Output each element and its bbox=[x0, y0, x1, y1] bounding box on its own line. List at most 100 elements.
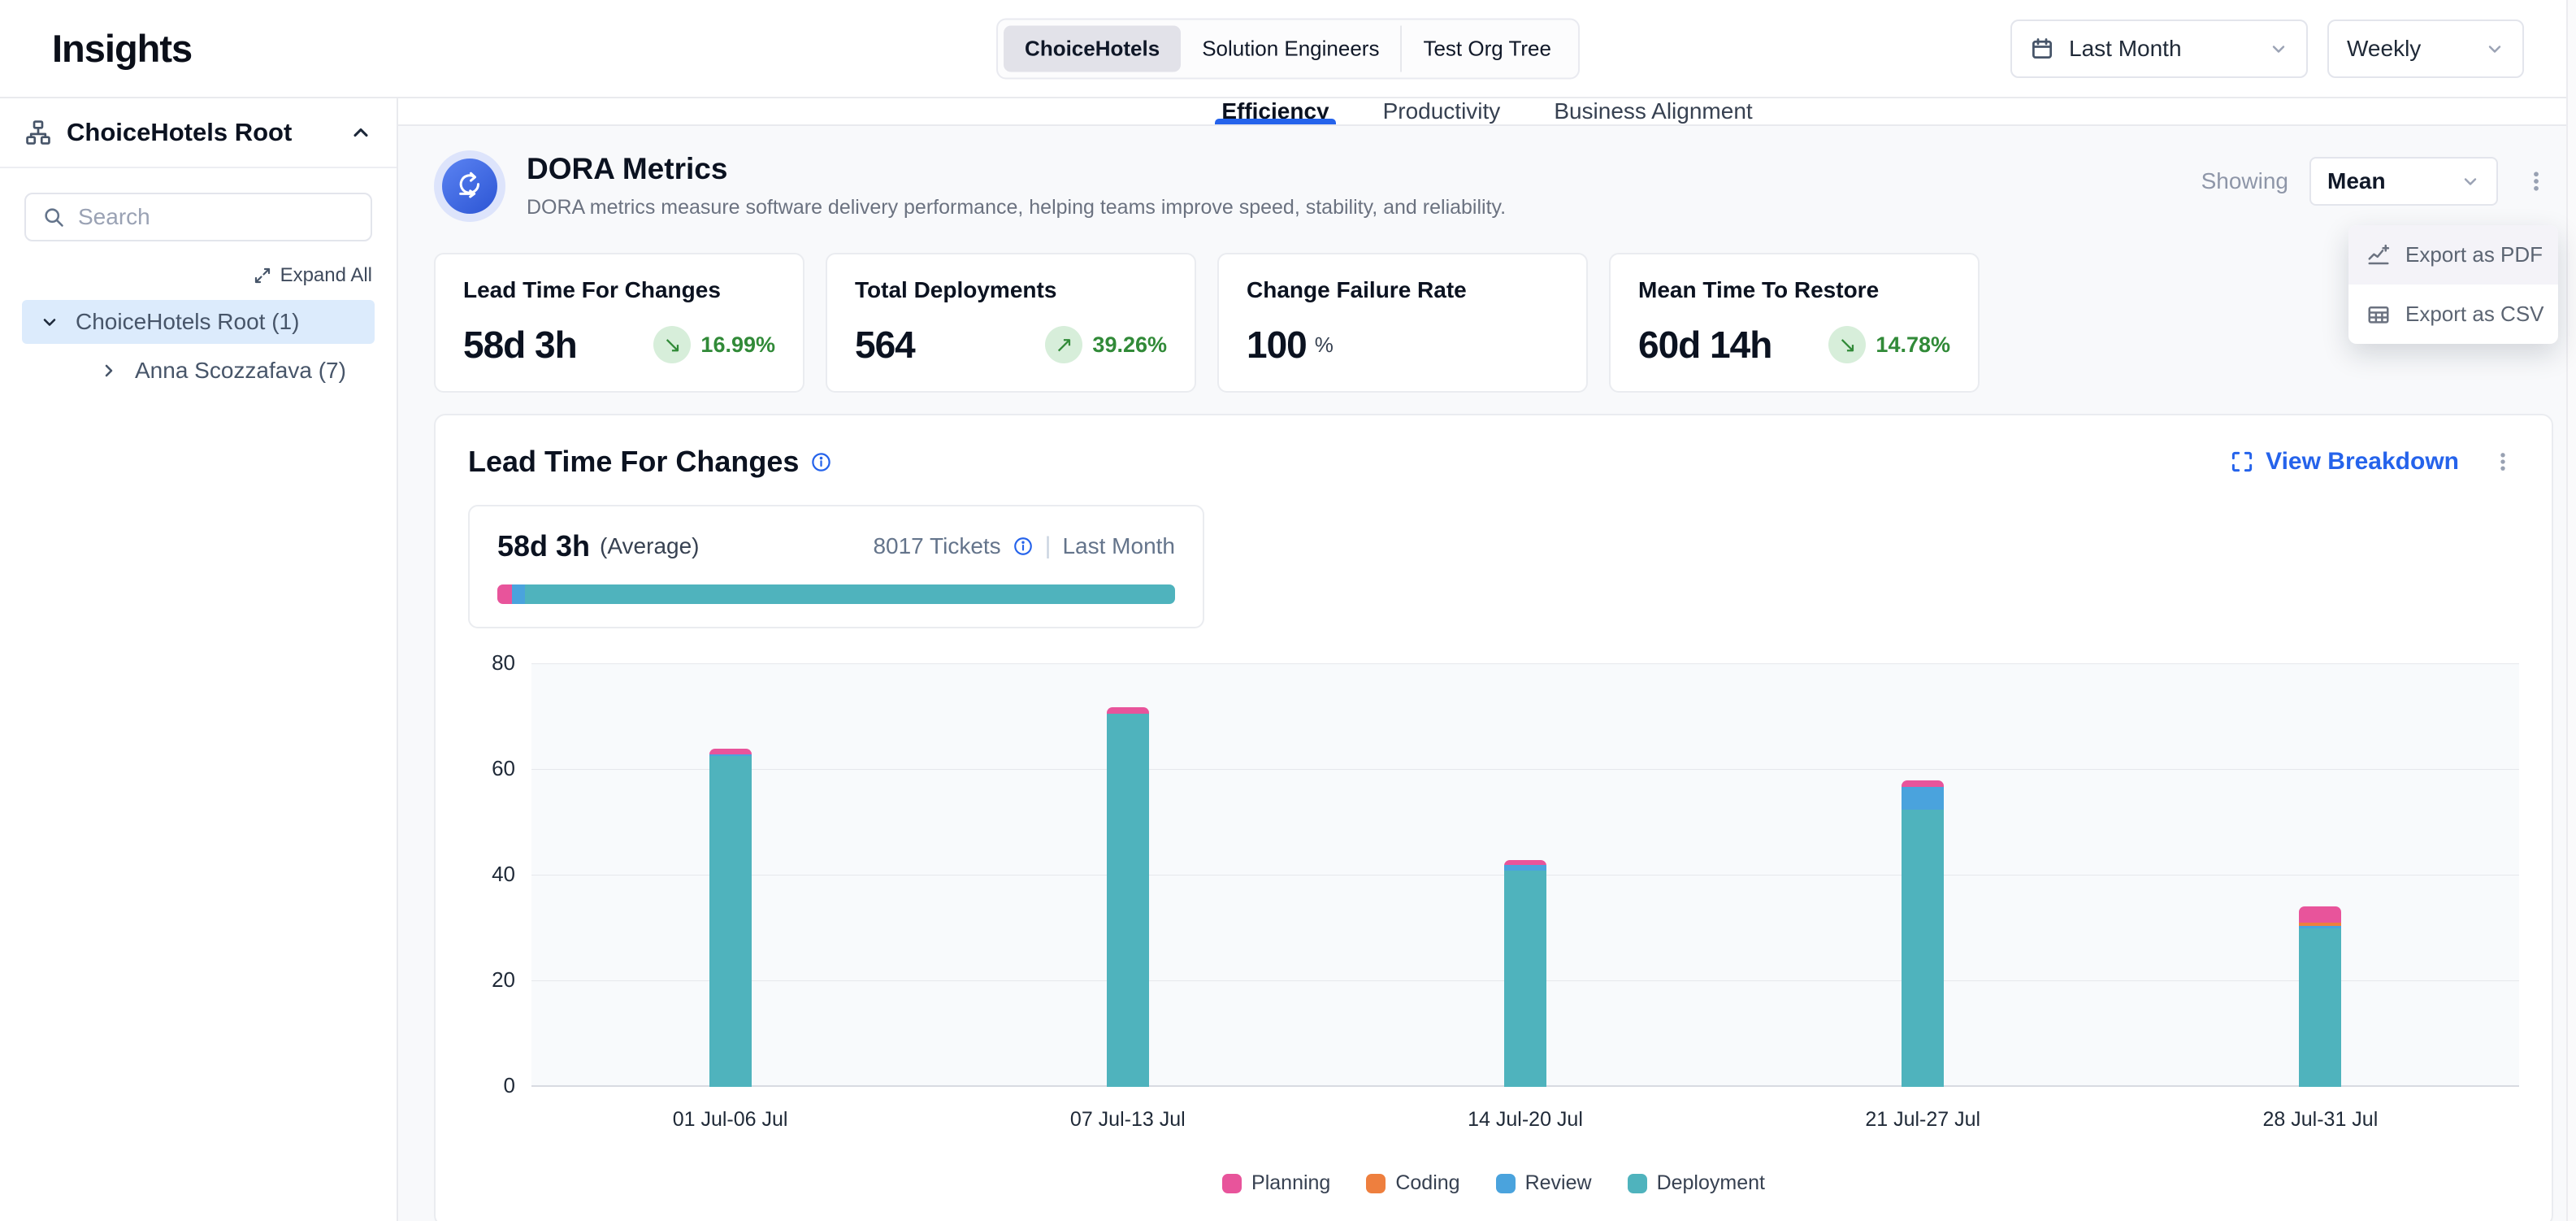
progress-segment-deployment bbox=[525, 584, 1175, 604]
org-tab-test-org-tree[interactable]: Test Org Tree bbox=[1400, 25, 1572, 72]
metric-card-label: Mean Time To Restore bbox=[1638, 277, 1950, 303]
export-csv-label: Export as CSV bbox=[2405, 302, 2544, 327]
tree-row[interactable]: Anna Scozzafava (7) bbox=[81, 349, 375, 393]
org-tab-group: ChoiceHotelsSolution EngineersTest Org T… bbox=[996, 18, 1580, 79]
page-layout: ChoiceHotels Root Expand All ChoiceHotel… bbox=[0, 98, 2576, 1221]
legend-label: Deployment bbox=[1657, 1171, 1765, 1195]
tab-productivity[interactable]: Productivity bbox=[1383, 98, 1501, 124]
y-axis-label: 40 bbox=[468, 862, 515, 887]
legend-swatch-planning bbox=[1222, 1174, 1242, 1193]
search-icon bbox=[42, 206, 65, 228]
trend-percentage: 39.26% bbox=[1092, 332, 1167, 358]
trend-badge: ↗ 39.26% bbox=[1045, 326, 1167, 363]
dora-title: DORA Metrics bbox=[527, 152, 1506, 186]
y-axis-label: 20 bbox=[468, 967, 515, 993]
view-breakdown-button[interactable]: View Breakdown bbox=[2230, 448, 2459, 476]
chevron-up-icon[interactable] bbox=[349, 121, 372, 144]
org-tree: ChoiceHotels Root (1) Anna Scozzafava (7) bbox=[0, 300, 397, 393]
chevron-down-icon bbox=[2461, 172, 2480, 191]
table-icon bbox=[2366, 302, 2391, 327]
sidebar-header[interactable]: ChoiceHotels Root bbox=[0, 98, 397, 168]
kebab-menu-icon[interactable] bbox=[2519, 164, 2553, 198]
aggregation-dropdown[interactable]: Mean bbox=[2309, 157, 2498, 206]
info-icon[interactable] bbox=[810, 451, 832, 473]
dora-icon-ring bbox=[434, 150, 505, 222]
legend-item-coding: Coding bbox=[1366, 1171, 1459, 1195]
bar-segment-planning bbox=[1902, 780, 1944, 787]
metric-card-value-row: 564 ↗ 39.26% bbox=[855, 323, 1167, 367]
tree-row[interactable]: ChoiceHotels Root (1) bbox=[22, 300, 375, 344]
date-range-value: Last Month bbox=[2069, 36, 2182, 62]
bar-segment-deployment bbox=[1504, 871, 1546, 1088]
chevron-right-icon[interactable] bbox=[99, 361, 119, 380]
metric-card-value-row: 100% bbox=[1247, 323, 1559, 367]
gridline-80 bbox=[531, 663, 2519, 664]
bar-01-Jul-06-Jul bbox=[709, 749, 752, 1087]
main-area: Efficiency Productivity Business Alignment bbox=[398, 98, 2576, 1221]
x-axis-label: 21 Jul-27 Jul bbox=[1865, 1108, 1980, 1132]
legend-label: Coding bbox=[1395, 1171, 1459, 1195]
metric-card: Mean Time To Restore60d 14h↘14.78% bbox=[1609, 253, 1980, 393]
trend-down-arrow-icon: ↘ bbox=[653, 326, 691, 363]
dora-controls: Showing Mean bbox=[2201, 157, 2553, 206]
trend-percentage: 16.99% bbox=[700, 332, 775, 358]
bar-segment-planning bbox=[2299, 906, 2341, 923]
date-range-dropdown[interactable]: Last Month bbox=[2010, 20, 2308, 78]
expand-all-button[interactable]: Expand All bbox=[24, 264, 372, 287]
lead-time-title: Lead Time For Changes bbox=[468, 445, 799, 479]
metric-card-value: 564 bbox=[855, 323, 915, 367]
summary-qualifier: (Average) bbox=[600, 533, 699, 559]
trend-down-arrow-icon: ↘ bbox=[1828, 326, 1866, 363]
progress-segment-review bbox=[512, 584, 526, 604]
y-axis-label: 0 bbox=[468, 1073, 515, 1098]
sidebar-search[interactable] bbox=[24, 193, 372, 241]
bar-28-Jul-31-Jul bbox=[2299, 906, 2341, 1087]
view-breakdown-label: View Breakdown bbox=[2266, 448, 2459, 476]
legend-swatch-coding bbox=[1366, 1174, 1386, 1193]
expand-all-label: Expand All bbox=[280, 264, 372, 287]
main-tab-bar: Efficiency Productivity Business Alignment bbox=[398, 98, 2576, 126]
legend-item-review: Review bbox=[1496, 1171, 1592, 1195]
info-icon[interactable] bbox=[1013, 536, 1034, 557]
tab-business-alignment[interactable]: Business Alignment bbox=[1554, 98, 1752, 124]
metric-card: Change Failure Rate100% bbox=[1217, 253, 1588, 393]
export-pdf-label: Export as PDF bbox=[2405, 242, 2543, 267]
bar-14-Jul-20-Jul bbox=[1504, 860, 1546, 1088]
lead-time-summary-card: 58d 3h (Average) 8017 Tickets | Last Mon… bbox=[468, 505, 1204, 628]
kebab-menu-icon[interactable] bbox=[2487, 445, 2519, 478]
bar-segment-review bbox=[1902, 787, 1944, 810]
granularity-dropdown[interactable]: Weekly bbox=[2327, 20, 2524, 78]
app-title: Insights bbox=[52, 26, 192, 71]
tree-node-label: Anna Scozzafava (7) bbox=[135, 358, 346, 384]
metric-card-value-row: 58d 3h↘16.99% bbox=[463, 323, 775, 367]
content-area: DORA Metrics DORA metrics measure softwa… bbox=[398, 126, 2576, 1221]
org-tab-solution-engineers[interactable]: Solution Engineers bbox=[1181, 25, 1400, 72]
granularity-value: Weekly bbox=[2347, 36, 2421, 62]
metric-card-value-row: 60d 14h↘14.78% bbox=[1638, 323, 1950, 367]
trend-up-arrow-icon: ↗ bbox=[1045, 326, 1082, 363]
bar-segment-deployment bbox=[2299, 928, 2341, 1087]
legend-swatch-review bbox=[1496, 1174, 1516, 1193]
tab-efficiency[interactable]: Efficiency bbox=[1221, 98, 1329, 124]
chevron-down-icon bbox=[2485, 39, 2504, 59]
chevron-down-icon bbox=[2269, 39, 2288, 59]
tree-node-label: ChoiceHotels Root (1) bbox=[76, 309, 299, 335]
org-tab-choicehotels[interactable]: ChoiceHotels bbox=[1004, 25, 1181, 72]
bar-07-Jul-13-Jul bbox=[1107, 707, 1149, 1087]
window-scrollbar[interactable] bbox=[2566, 0, 2576, 1221]
trend-percentage: 14.78% bbox=[1876, 332, 1950, 358]
chevron-down-icon[interactable] bbox=[40, 312, 59, 332]
bar-21-Jul-27-Jul bbox=[1902, 780, 1944, 1087]
metric-card-unit: % bbox=[1315, 332, 1334, 358]
x-axis-label: 07 Jul-13 Jul bbox=[1070, 1108, 1186, 1132]
export-pdf-item[interactable]: Export as PDF bbox=[2348, 225, 2558, 285]
metric-cards-row: Lead Time For Changes58d 3h↘16.99%Total … bbox=[434, 253, 2553, 393]
org-tree-icon bbox=[24, 119, 52, 146]
search-input[interactable] bbox=[78, 204, 354, 230]
tickets-count: 8017 Tickets bbox=[873, 533, 1000, 559]
legend-item-deployment: Deployment bbox=[1628, 1171, 1765, 1195]
x-axis-label: 01 Jul-06 Jul bbox=[673, 1108, 788, 1132]
lead-time-chart: 020406080 01 Jul-06 Jul07 Jul-13 Jul14 J… bbox=[468, 664, 2519, 1137]
metric-card-label: Total Deployments bbox=[855, 277, 1167, 303]
export-csv-item[interactable]: Export as CSV bbox=[2348, 285, 2558, 344]
